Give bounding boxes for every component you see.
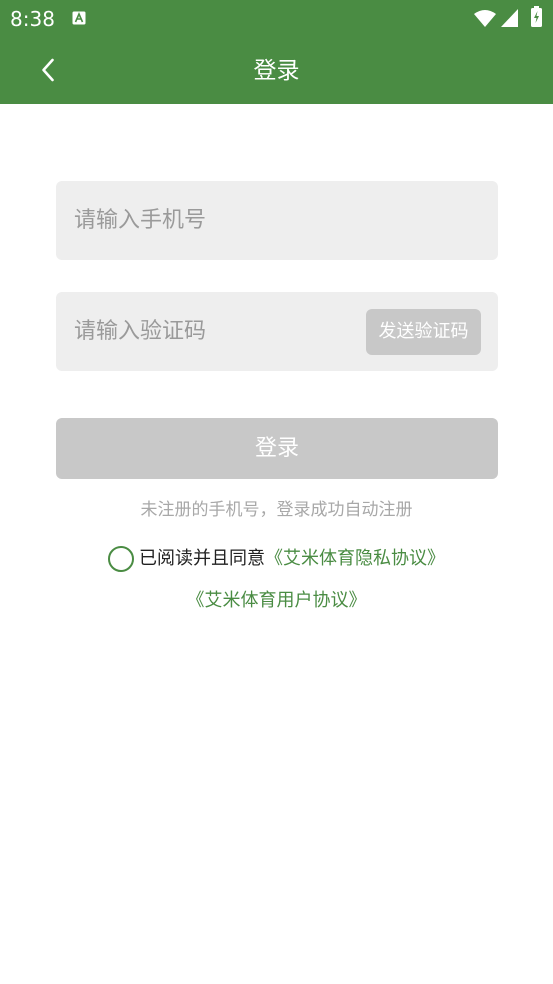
- agreement-row: 已阅读并且同意 《艾米体育隐私协议》: [0, 543, 553, 575]
- page-title: 登录: [253, 58, 300, 84]
- app-bar: 8:38 登录: [0, 0, 553, 104]
- status-time: 8:38: [10, 7, 55, 31]
- verification-code-input[interactable]: [74, 292, 344, 371]
- phone-field-container: [56, 181, 498, 260]
- battery-icon: [531, 6, 542, 27]
- login-button[interactable]: 登录: [56, 418, 498, 479]
- wifi-icon: [474, 10, 496, 27]
- auto-register-hint: 未注册的手机号，登录成功自动注册: [140, 500, 413, 520]
- signal-icon: [501, 9, 518, 27]
- agreement-row-2: 《艾米体育用户协议》: [0, 585, 553, 617]
- phone-input[interactable]: [74, 181, 479, 260]
- send-code-button[interactable]: 发送验证码: [366, 309, 481, 355]
- agree-checkbox[interactable]: [108, 546, 134, 572]
- agreement-prefix: 已阅读并且同意: [139, 548, 265, 569]
- a-notification-icon: [72, 11, 86, 25]
- code-field-container: 发送验证码: [56, 292, 498, 371]
- privacy-policy-link[interactable]: 《艾米体育隐私协议》: [265, 543, 445, 575]
- user-agreement-link[interactable]: 《艾米体育用户协议》: [187, 590, 367, 611]
